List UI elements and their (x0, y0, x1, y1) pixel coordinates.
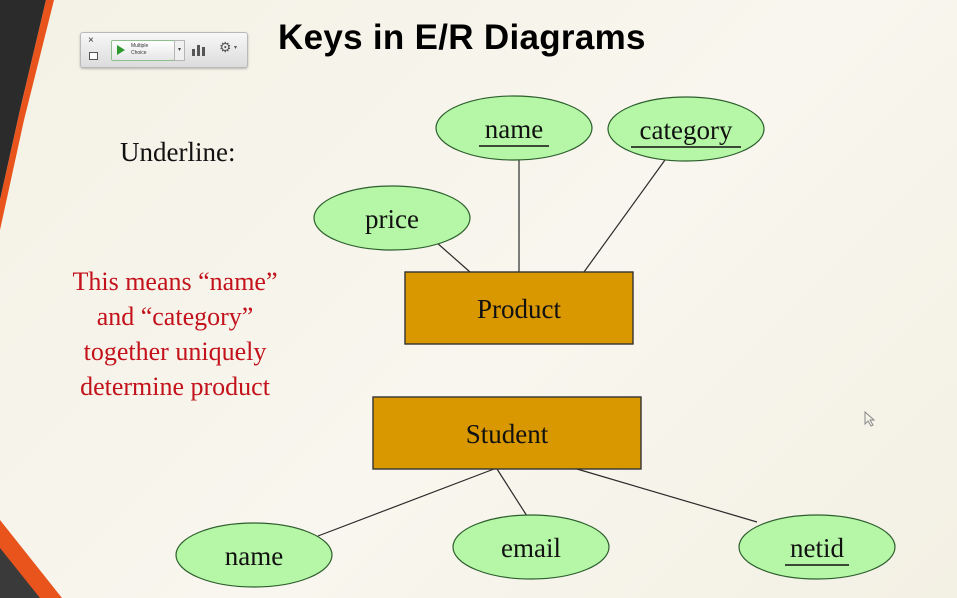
connector-student-name (317, 468, 495, 537)
attribute-label: email (501, 533, 561, 563)
attribute-product-category: category (607, 96, 765, 162)
er-diagram: name category price Product Student name… (175, 95, 896, 588)
attribute-label: name (485, 114, 543, 144)
attribute-label: netid (790, 533, 844, 563)
attribute-student-name: name (175, 522, 333, 588)
entity-student: Student (372, 396, 642, 470)
attribute-label: category (640, 115, 733, 145)
connector-student-netid (576, 468, 758, 523)
entity-label: Product (477, 294, 561, 324)
entity-product: Product (404, 271, 634, 345)
attribute-label: name (225, 541, 283, 571)
attribute-product-price: price (313, 185, 471, 251)
mouse-cursor-icon (864, 411, 876, 427)
entity-label: Student (466, 419, 549, 449)
connector-product-price (435, 241, 471, 273)
attribute-student-netid: netid (738, 514, 896, 580)
attribute-product-name: name (435, 95, 593, 161)
attribute-label: price (365, 204, 419, 234)
connector-student-email (496, 468, 528, 517)
attribute-student-email: email (452, 514, 610, 580)
connector-product-category (583, 159, 666, 273)
